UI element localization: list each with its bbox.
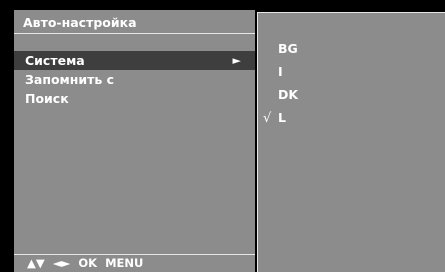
menu-item-store-from[interactable]: Запомнить с <box>14 70 255 89</box>
auto-tuning-menu-panel: Авто-настройка Система ► Запомнить с Пои… <box>14 10 255 272</box>
option-l[interactable]: √ L <box>258 106 444 129</box>
menu-item-label: Запомнить с <box>25 72 115 87</box>
option-label: I <box>278 64 283 79</box>
option-i[interactable]: I <box>258 60 444 83</box>
menu-list: Система ► Запомнить с Поиск <box>14 51 255 108</box>
submenu-arrow-icon: ► <box>232 54 241 67</box>
system-option-list: BG I DK √ L <box>258 37 444 129</box>
option-dk[interactable]: DK <box>258 83 444 106</box>
up-down-arrows-icon: ▲▼ <box>27 256 45 270</box>
left-right-arrows-icon: ◄► <box>52 256 71 270</box>
option-bg[interactable]: BG <box>258 37 444 60</box>
system-options-panel: BG I DK √ L <box>257 12 445 272</box>
tv-osd-screen: Авто-настройка Система ► Запомнить с Пои… <box>0 0 445 272</box>
option-label: DK <box>278 87 299 102</box>
menu-title: Авто-настройка <box>23 15 137 30</box>
menu-item-label: Поиск <box>25 91 69 106</box>
menu-item-search[interactable]: Поиск <box>14 89 255 108</box>
menu-title-bar: Авто-настройка <box>14 10 255 34</box>
navigation-hint-bar: ▲▼ ◄► OK MENU <box>14 254 255 272</box>
check-mark-icon: √ <box>263 111 272 126</box>
menu-item-label: Система <box>25 53 85 68</box>
option-label: BG <box>278 41 298 56</box>
menu-key-label: MENU <box>105 256 144 270</box>
menu-item-system[interactable]: Система ► <box>14 51 255 70</box>
option-label: L <box>278 110 286 125</box>
ok-key-label: OK <box>78 256 98 270</box>
navigation-hint: ▲▼ ◄► OK MENU <box>27 256 143 270</box>
